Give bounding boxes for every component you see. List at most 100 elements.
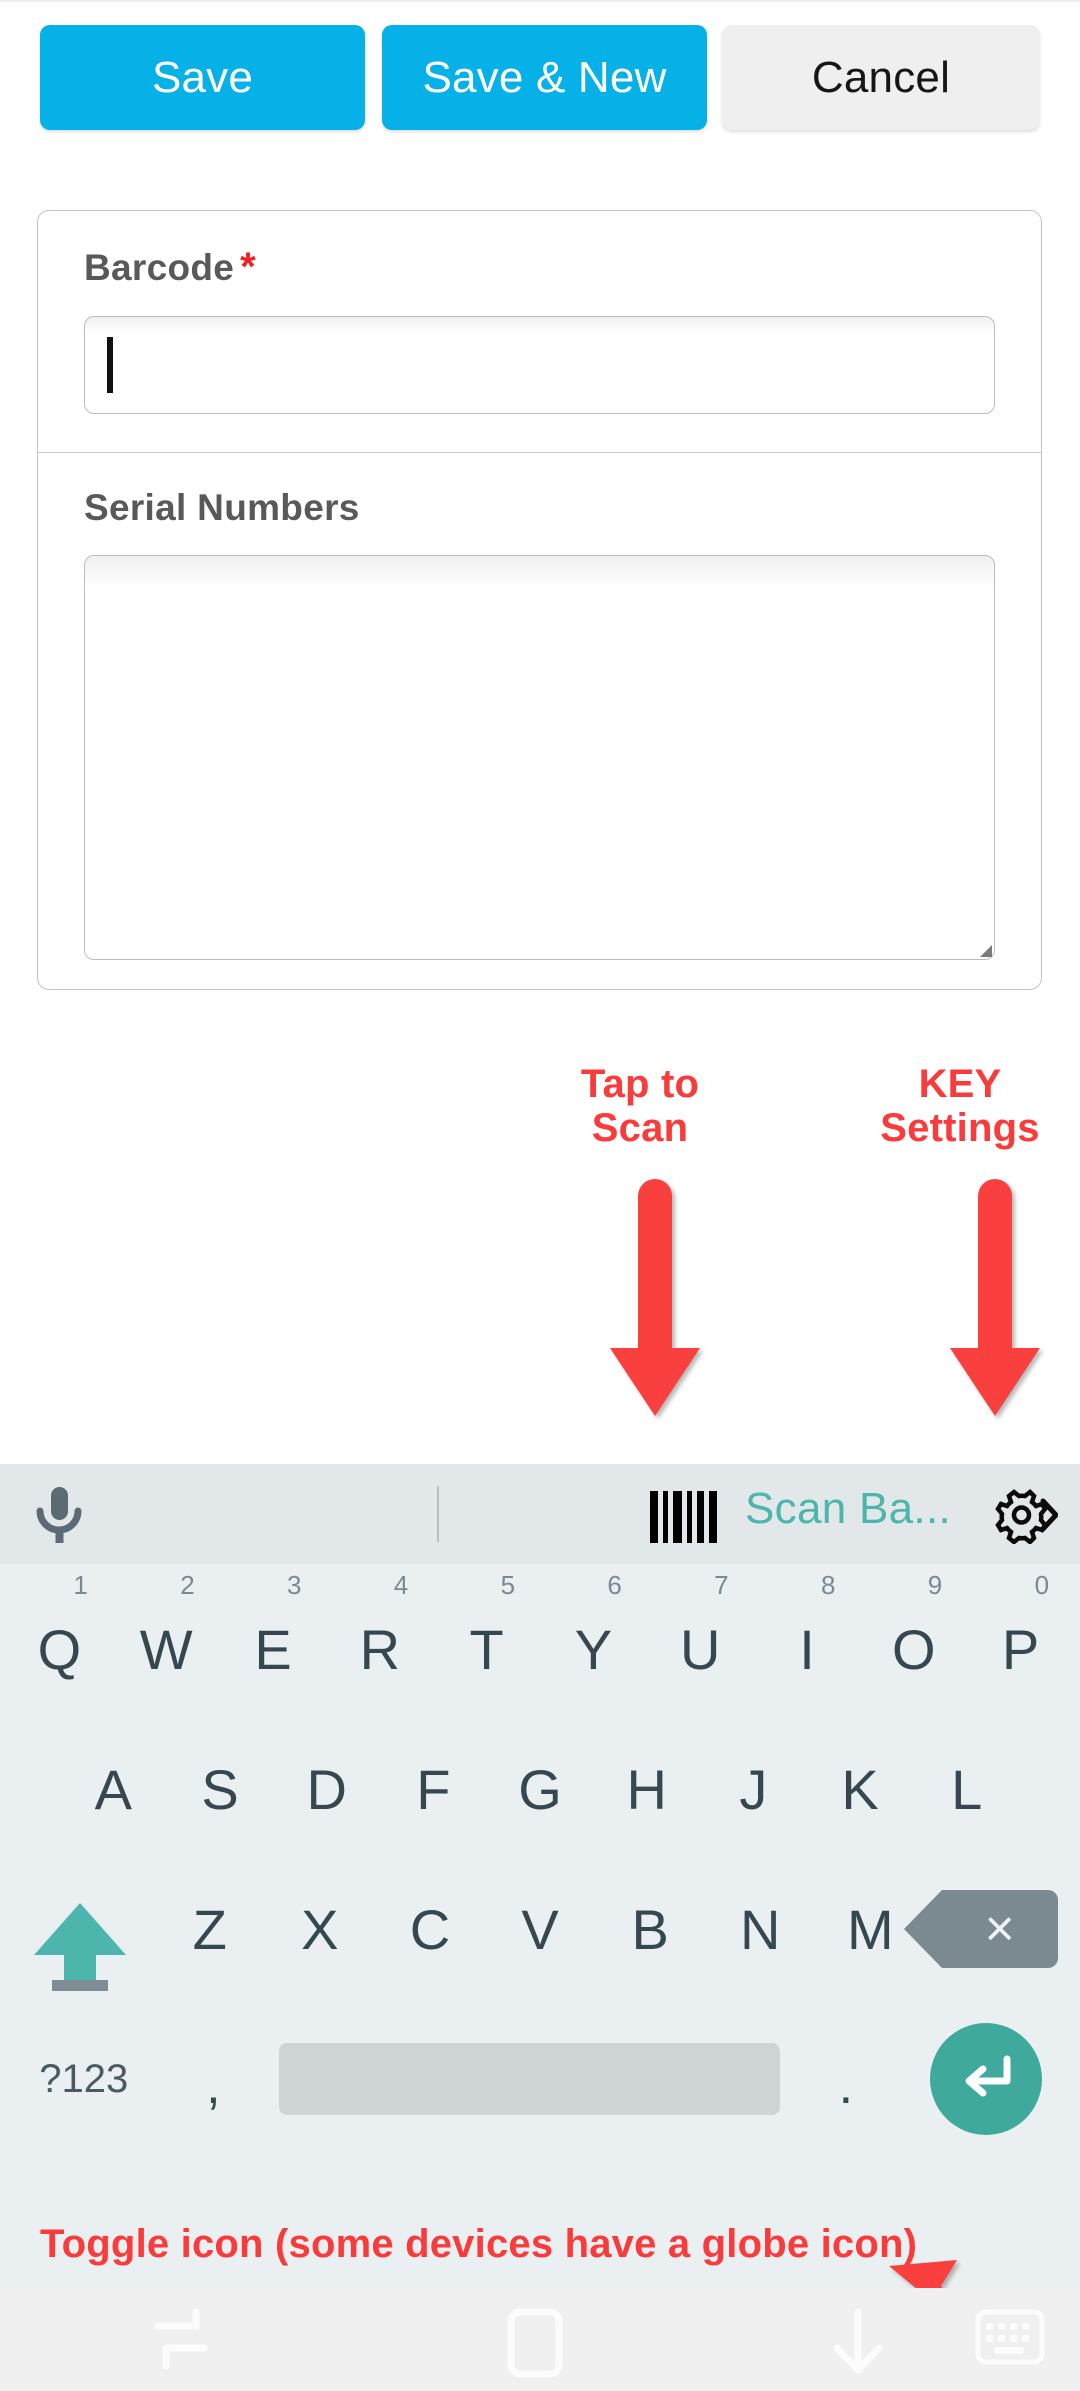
key-a-label: A	[94, 1757, 133, 1821]
key-q-hint: 1	[73, 1570, 88, 1600]
save-button-label: Save	[151, 52, 254, 102]
key-c[interactable]: C	[375, 1884, 485, 1974]
save-button[interactable]: Save	[40, 25, 365, 130]
key-b-label: B	[631, 1897, 669, 1961]
key-u-label: U	[679, 1617, 721, 1681]
key-y[interactable]: 6Y	[540, 1570, 647, 1694]
key-f[interactable]: F	[380, 1744, 487, 1834]
key-t[interactable]: 5T	[433, 1570, 540, 1694]
key-q-label: Q	[37, 1617, 82, 1681]
hide-keyboard-down-icon[interactable]	[825, 2308, 891, 2378]
key-l[interactable]: L	[913, 1744, 1020, 1834]
key-y-label: Y	[574, 1617, 613, 1681]
key-o-hint: 9	[927, 1570, 943, 1600]
key-r-label: R	[359, 1617, 401, 1681]
annotation-arrow-tap-to-scan	[610, 1179, 700, 1416]
key-q[interactable]: 1Q	[6, 1570, 113, 1694]
symbols-key[interactable]: ?123	[6, 2024, 162, 2134]
key-p-hint: 0	[1034, 1570, 1050, 1600]
barcode-input[interactable]	[84, 316, 995, 414]
key-k-label: K	[841, 1757, 879, 1821]
key-o[interactable]: 9O	[860, 1570, 967, 1694]
period-key-label: .	[838, 2057, 854, 2115]
keyboard-toggle-icon[interactable]	[975, 2308, 1045, 2366]
comma-key-label: ,	[206, 2057, 221, 2115]
period-key[interactable]: .	[794, 2024, 898, 2134]
annotation-tap-to-scan-line2: Scan	[591, 1106, 689, 1150]
form-card: Barcode* Serial Numbers Quantity Locatio…	[37, 210, 1042, 990]
enter-icon	[929, 2023, 1042, 2135]
shift-icon	[34, 1903, 127, 1981]
required-asterisk: *	[240, 245, 257, 289]
key-y-hint: 6	[607, 1570, 622, 1600]
microphone-icon[interactable]	[33, 1486, 85, 1544]
key-d[interactable]: D	[273, 1744, 380, 1834]
key-p[interactable]: 0P	[967, 1570, 1074, 1694]
key-v[interactable]: V	[485, 1884, 595, 1974]
keyboard-row-2: A S D F G H J K L	[0, 1744, 1080, 1834]
key-u-hint: 7	[714, 1570, 729, 1600]
key-e[interactable]: 3E	[220, 1570, 327, 1694]
key-s[interactable]: S	[167, 1744, 274, 1834]
serial-numbers-label: Serial Numbers	[84, 487, 360, 528]
key-w-hint: 2	[180, 1570, 195, 1600]
barcode-label: Barcode *	[38, 211, 1041, 290]
cancel-button[interactable]: Cancel	[722, 25, 1040, 130]
key-l-label: L	[951, 1757, 983, 1821]
resize-grip-icon[interactable]	[980, 945, 992, 957]
annotation-arrow-key-settings	[950, 1179, 1040, 1416]
key-w-label: W	[139, 1617, 193, 1681]
key-h[interactable]: H	[593, 1744, 700, 1834]
backspace-key[interactable]: ×	[903, 1884, 1074, 1974]
annotation-key-settings-line2: Settings	[880, 1106, 1040, 1150]
backspace-icon: ×	[903, 1890, 1058, 1968]
shift-key[interactable]	[6, 1884, 155, 1991]
keyboard-row-3: Z X C V B N M ×	[0, 1884, 1080, 1991]
enter-key[interactable]	[898, 2023, 1074, 2135]
annotation-tap-to-scan-line1: Tap to	[580, 1062, 700, 1106]
key-w[interactable]: 2W	[113, 1570, 220, 1694]
annotation-key-settings-line1: KEY	[918, 1062, 1002, 1106]
comma-key[interactable]: ,	[162, 2024, 266, 2134]
key-f-label: F	[416, 1757, 451, 1821]
symbols-key-label: ?123	[39, 2056, 129, 2101]
key-t-hint: 5	[500, 1570, 516, 1600]
key-i-label: I	[799, 1617, 815, 1681]
scan-barcode-label[interactable]: Scan Ba...	[745, 1484, 951, 1534]
home-icon[interactable]	[505, 2308, 567, 2378]
barcode-icon[interactable]	[650, 1491, 717, 1543]
key-i-hint: 8	[820, 1570, 836, 1600]
field-row-serial-numbers: Serial Numbers	[38, 453, 1041, 989]
annotation-toggle-icon: Toggle icon (some devices have a globe i…	[40, 2222, 918, 2266]
save-and-new-button[interactable]: Save & New	[382, 25, 707, 130]
keyboard-toolbar: Scan Ba...	[0, 1464, 1080, 1564]
key-g[interactable]: G	[487, 1744, 594, 1834]
key-z[interactable]: Z	[155, 1884, 265, 1974]
recents-icon[interactable]	[146, 2308, 218, 2374]
key-v-label: V	[521, 1897, 559, 1961]
gear-icon[interactable]	[990, 1486, 1058, 1544]
key-s-label: S	[201, 1757, 239, 1821]
toolbar-divider	[437, 1486, 439, 1542]
key-k[interactable]: K	[807, 1744, 914, 1834]
key-j[interactable]: J	[700, 1744, 807, 1834]
cancel-button-label: Cancel	[811, 52, 951, 102]
key-t-label: T	[469, 1617, 504, 1681]
key-n[interactable]: N	[705, 1884, 815, 1974]
key-x[interactable]: X	[265, 1884, 375, 1974]
serial-numbers-textarea[interactable]	[84, 555, 995, 960]
screen-root: Save Save & New Cancel Barcode * Serial N…	[0, 0, 1080, 2391]
key-u[interactable]: 7U	[647, 1570, 754, 1694]
annotation-key-settings: KEY Settings	[830, 1062, 1080, 1150]
key-o-label: O	[891, 1617, 936, 1681]
key-a[interactable]: A	[60, 1744, 167, 1834]
key-i[interactable]: 8I	[754, 1570, 861, 1694]
backspace-glyph: ×	[984, 1900, 1015, 1958]
key-b[interactable]: B	[595, 1884, 705, 1974]
key-p-label: P	[1001, 1617, 1040, 1681]
key-z-label: Z	[192, 1897, 227, 1961]
space-key[interactable]	[265, 2024, 794, 2134]
key-r[interactable]: 4R	[326, 1570, 433, 1694]
key-g-label: G	[518, 1757, 562, 1821]
